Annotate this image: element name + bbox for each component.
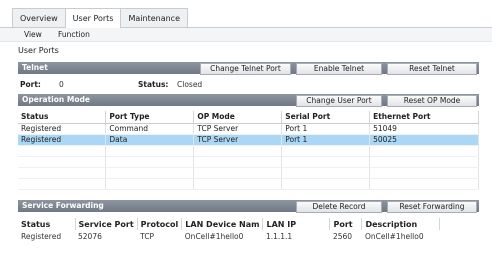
table-cell: 2560 — [332, 231, 353, 241]
table-row-empty[interactable] — [18, 167, 479, 179]
tab-user-ports[interactable]: User Ports — [64, 8, 122, 28]
menu-function[interactable]: Function — [58, 30, 90, 39]
operation-mode-table: Status Port Type OP Mode Serial Port Eth… — [18, 111, 479, 190]
table-row-empty[interactable] — [18, 178, 479, 190]
column-header[interactable]: Serial Port — [281, 111, 371, 124]
table-cell: Data — [105, 134, 195, 146]
column-header[interactable]: Status — [18, 111, 107, 124]
table-header-row: Status Service Port Protocol LAN Device … — [18, 218, 441, 230]
telnet-status-value: Closed — [177, 80, 203, 89]
table-header-row: Status Port Type OP Mode Serial Port Eth… — [18, 111, 479, 124]
menu-view[interactable]: View — [24, 30, 42, 39]
delete-record-button[interactable]: Delete Record — [296, 201, 382, 213]
telnet-port-label: Port: — [20, 80, 41, 89]
change-telnet-port-button[interactable]: Change Telnet Port — [200, 63, 291, 75]
column-header[interactable]: LAN Device Nam — [181, 218, 264, 230]
table-cell: TCP — [140, 231, 155, 241]
table-cell: Registered — [18, 123, 107, 135]
tab-maintenance[interactable]: Maintenance — [120, 8, 189, 27]
service-forwarding-section-title: Service Forwarding — [22, 201, 104, 210]
telnet-port-value: 0 — [59, 80, 64, 89]
column-header[interactable]: Protocol — [137, 218, 183, 230]
column-header[interactable]: LAN IP — [262, 218, 331, 230]
column-header[interactable]: OP Mode — [193, 111, 283, 124]
table-cell: Port 1 — [281, 123, 371, 135]
table-cell: Command — [105, 123, 195, 135]
table-cell: TCP Server — [193, 134, 283, 146]
service-forwarding-table: Status Service Port Protocol LAN Device … — [18, 218, 441, 242]
column-header[interactable]: Port Type — [105, 111, 195, 124]
table-cell: Port 1 — [281, 134, 371, 146]
telnet-status-label: Status: — [138, 80, 169, 89]
table-cell: 51049 — [369, 123, 479, 135]
sub-menu-bar: View Function — [0, 28, 492, 42]
table-row-empty[interactable] — [18, 145, 479, 157]
table-row-selected[interactable]: Registered Data TCP Server Port 1 50025 — [18, 134, 479, 146]
main-tabs: Overview User Ports Maintenance — [12, 8, 189, 28]
table-row[interactable]: Registered 52076 TCP OnCell#1hello0 1.1.… — [18, 230, 440, 242]
table-row-empty[interactable] — [18, 156, 479, 168]
reset-forwarding-button[interactable]: Reset Forwarding — [387, 201, 477, 213]
tab-overview[interactable]: Overview — [12, 8, 66, 27]
table-cell: 52076 — [78, 231, 102, 241]
table-row[interactable]: Registered Command TCP Server Port 1 510… — [18, 123, 479, 135]
telnet-section-title: Telnet — [22, 63, 48, 72]
reset-telnet-button[interactable]: Reset Telnet — [387, 63, 477, 75]
column-header[interactable]: Service Port — [75, 218, 138, 230]
table-cell: Registered — [21, 231, 62, 241]
table-cell: OnCell#1hello0 — [364, 231, 424, 241]
table-cell: TCP Server — [193, 123, 283, 135]
table-cell: OnCell#1hello0 — [184, 231, 244, 241]
page-title: User Ports — [18, 46, 59, 55]
operation-mode-section-title: Operation Mode — [22, 95, 90, 104]
change-user-port-button[interactable]: Change User Port — [296, 95, 382, 107]
reset-op-mode-button[interactable]: Reset OP Mode — [387, 95, 477, 107]
column-header[interactable]: Port — [329, 218, 363, 230]
table-cell: 50025 — [369, 134, 479, 146]
column-header[interactable]: Ethernet Port — [369, 111, 479, 124]
table-cell: 1.1.1.1 — [265, 231, 293, 241]
enable-telnet-button[interactable]: Enable Telnet — [296, 63, 382, 75]
column-header[interactable]: Status — [18, 218, 76, 230]
table-cell: Registered — [18, 134, 107, 146]
column-header[interactable]: Description — [361, 218, 441, 230]
